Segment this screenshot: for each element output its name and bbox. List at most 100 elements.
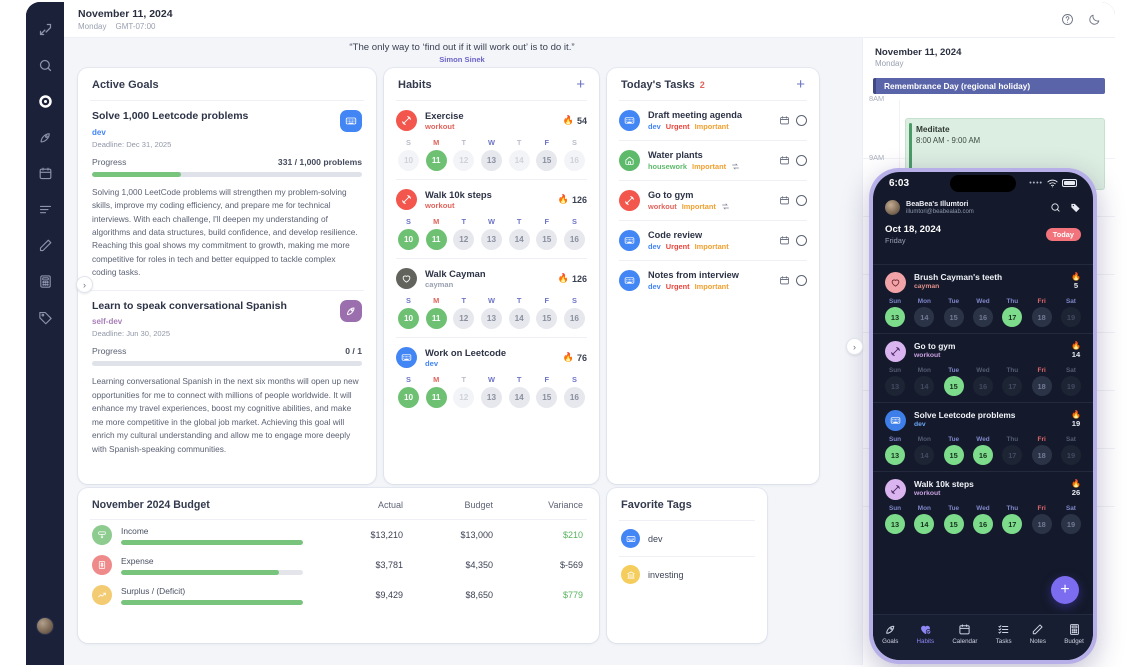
habit-tag[interactable]: dev	[425, 359, 506, 368]
phone-habit-day[interactable]: Fri 18	[1031, 298, 1052, 327]
habit-day-number[interactable]: 14	[508, 150, 530, 171]
habit-day[interactable]: W 13	[480, 217, 502, 250]
habit-day-number[interactable]: 11	[425, 229, 447, 250]
habit-day-number[interactable]: 16	[563, 229, 585, 250]
habit-day[interactable]: W 13	[480, 296, 502, 329]
add-task-button[interactable]: +	[796, 77, 805, 92]
task-tag[interactable]: Important	[695, 122, 729, 131]
phone-habit-day[interactable]: Fri 18	[1031, 367, 1052, 396]
phone-habit-day-number[interactable]: 19	[1060, 514, 1081, 534]
search-icon[interactable]	[32, 52, 58, 78]
goal-item[interactable]: Solve 1,000 Leetcode problems dev Deadline…	[78, 101, 376, 290]
phone-habit-day-number[interactable]: 13	[885, 376, 905, 396]
phone-habit-day[interactable]: Tue 15	[943, 436, 964, 465]
habit-day-number[interactable]: 14	[508, 229, 530, 250]
habit-item[interactable]: Walk 10k steps workout 🔥 126 S 10 M 11 T 12 W 13 T 14…	[384, 180, 599, 258]
today-badge[interactable]: Today	[1045, 228, 1081, 241]
tag-icon[interactable]	[1070, 202, 1081, 213]
task-item[interactable]: Go to gym workout Important	[607, 181, 819, 220]
phone-habit-day[interactable]: Mon 14	[914, 367, 935, 396]
phone-habit-day-number[interactable]: 15	[943, 376, 964, 396]
calendar-small-icon[interactable]	[779, 275, 790, 286]
phone-habit-day[interactable]: Thu 17	[1002, 298, 1023, 327]
user-avatar[interactable]	[36, 617, 54, 635]
phone-habit-day-number[interactable]: 15	[943, 514, 964, 534]
favorite-tag-item[interactable]: dev	[607, 521, 767, 556]
phone-habit-day[interactable]: Wed 16	[972, 367, 993, 396]
budget-row[interactable]: Surplus / (Deficit) $9,429 $8,650 $779	[78, 580, 599, 610]
task-complete-checkbox[interactable]	[796, 235, 807, 246]
task-tag[interactable]: workout	[648, 202, 677, 211]
habit-day[interactable]: T 14	[508, 138, 530, 171]
habit-day[interactable]: F 15	[536, 296, 558, 329]
habit-day[interactable]: T 12	[453, 296, 475, 329]
phone-habit-day-number[interactable]: 17	[1002, 307, 1023, 327]
phone-habit-day[interactable]: Sun 13	[885, 367, 905, 396]
task-item[interactable]: Code review dev Urgent Important	[607, 221, 819, 260]
phone-habit-day[interactable]: Wed 16	[972, 505, 993, 534]
habit-day-number[interactable]: 12	[453, 229, 475, 250]
phone-nav-budget[interactable]: Budget	[1064, 623, 1084, 645]
habit-day[interactable]: S 16	[563, 138, 585, 171]
phone-habit-day[interactable]: Sun 13	[885, 298, 905, 327]
task-item[interactable]: Draft meeting agenda dev Urgent Important	[607, 101, 819, 140]
phone-habit-day-number[interactable]: 16	[972, 514, 993, 534]
phone-habit-day[interactable]: Mon 14	[914, 436, 935, 465]
moon-icon[interactable]	[1088, 13, 1101, 26]
add-floating-button[interactable]: +	[1051, 576, 1079, 604]
habit-day-number[interactable]: 15	[536, 229, 558, 250]
phone-habit-day[interactable]: Fri 18	[1031, 505, 1052, 534]
habit-day-number[interactable]: 11	[425, 150, 447, 171]
add-habit-button[interactable]: +	[576, 77, 585, 92]
phone-habit-day[interactable]: Sat 19	[1060, 298, 1081, 327]
habit-day-number[interactable]: 11	[425, 387, 447, 408]
keyboard-icon[interactable]	[340, 110, 362, 132]
task-item[interactable]: Notes from interview dev Urgent Important	[607, 261, 819, 300]
phone-habit-day-number[interactable]: 14	[914, 376, 935, 396]
calendar-small-icon[interactable]	[779, 155, 790, 166]
phone-habit-day[interactable]: Fri 18	[1031, 436, 1052, 465]
phone-nav-tasks[interactable]: Tasks	[996, 623, 1012, 645]
phone-habit-item[interactable]: Solve Leetcode problems dev 🔥 19 Sun 13 Mon 14 T…	[873, 402, 1093, 471]
phone-habit-day[interactable]: Thu 17	[1002, 367, 1023, 396]
goals-rocket-icon[interactable]	[32, 124, 58, 150]
habit-day-number[interactable]: 13	[480, 387, 502, 408]
habit-day-number[interactable]: 14	[508, 387, 530, 408]
task-complete-checkbox[interactable]	[796, 195, 807, 206]
habit-day-number[interactable]: 13	[480, 308, 502, 329]
phone-nav-calendar[interactable]: Calendar	[952, 623, 977, 645]
phone-habit-tag[interactable]: workout	[914, 352, 955, 359]
phone-habit-day-number[interactable]: 18	[1031, 514, 1052, 534]
habit-day-number[interactable]: 16	[563, 150, 585, 171]
task-tag[interactable]: Important	[682, 202, 716, 211]
goal-tag[interactable]: dev	[92, 128, 332, 137]
dashboard-icon[interactable]	[32, 88, 58, 114]
expand-icon[interactable]	[32, 16, 58, 42]
phone-habit-day-number[interactable]: 13	[885, 514, 905, 534]
habit-day-number[interactable]: 12	[453, 150, 475, 171]
phone-habit-day[interactable]: Mon 14	[914, 298, 935, 327]
habit-day-number[interactable]: 11	[425, 308, 447, 329]
habit-day-number[interactable]: 10	[398, 150, 419, 171]
habit-day[interactable]: T 14	[508, 375, 530, 408]
habit-item[interactable]: Work on Leetcode dev 🔥 76 S 10 M 11 T 12 W 13 T 14 F 15…	[384, 338, 599, 416]
phone-habit-item[interactable]: Walk 10k steps workout 🔥 26 Sun 13 Mon 14 Tue 15 W…	[873, 471, 1093, 540]
task-tag[interactable]: Important	[692, 162, 726, 171]
notes-pencil-icon[interactable]	[32, 232, 58, 258]
phone-habit-day[interactable]: Wed 16	[972, 436, 993, 465]
task-complete-checkbox[interactable]	[796, 275, 807, 286]
goal-item[interactable]: Learn to speak conversational Spanish sel…	[78, 291, 376, 466]
habit-day[interactable]: T 12	[453, 375, 475, 408]
phone-nav-habits[interactable]: Habits	[917, 623, 934, 645]
phone-habit-tag[interactable]: workout	[914, 490, 974, 497]
task-tag[interactable]: dev	[648, 122, 661, 131]
task-complete-checkbox[interactable]	[796, 115, 807, 126]
habit-day[interactable]: W 13	[480, 138, 502, 171]
task-tag[interactable]: Important	[695, 282, 729, 291]
phone-habit-day-number[interactable]: 14	[914, 307, 935, 327]
habit-day[interactable]: T 12	[453, 138, 475, 171]
phone-habit-item[interactable]: Brush Cayman's teeth cayman 🔥 5 Sun 13 Mon 14 Tu…	[873, 264, 1093, 333]
phone-habit-day-number[interactable]: 17	[1002, 514, 1023, 534]
calendar-small-icon[interactable]	[779, 195, 790, 206]
favorite-tag-item[interactable]: investing	[607, 557, 767, 592]
